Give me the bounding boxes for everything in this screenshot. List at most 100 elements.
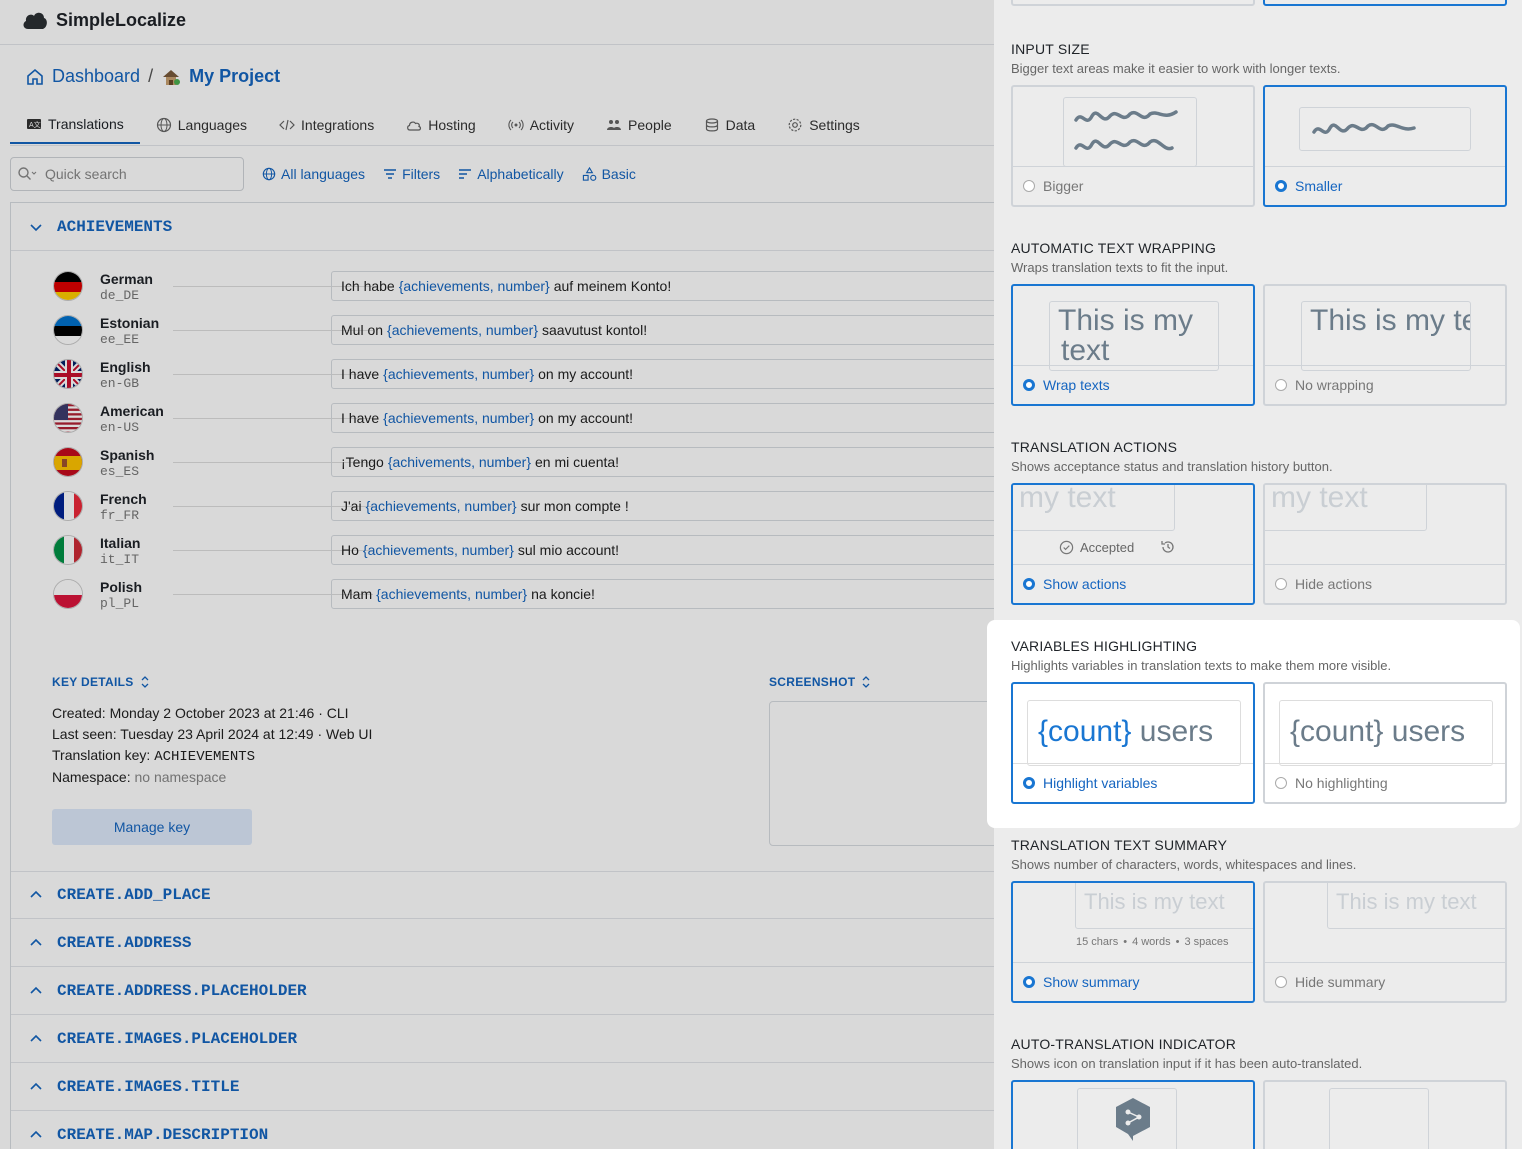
option-label: Hide summary [1295, 974, 1386, 990]
breadcrumb-dashboard[interactable]: Dashboard [52, 66, 140, 87]
language-name: French [100, 491, 147, 507]
input-size-smaller-card[interactable]: Smaller [1263, 85, 1507, 207]
translation-input[interactable]: Ich habe {achievements, number} auf meinem… [331, 271, 994, 301]
radio-icon[interactable] [1275, 379, 1287, 391]
tab-label: Integrations [301, 117, 375, 133]
auto-translation-title: AUTO-TRANSLATION INDICATOR [1011, 1036, 1237, 1052]
translation-input[interactable]: ¡Tengo {achivements, number} en mi cuenta! [331, 447, 994, 477]
radio-icon[interactable] [1275, 976, 1287, 988]
option-card-partial-selected[interactable] [1263, 0, 1507, 6]
input-size-bigger-card[interactable]: Bigger [1011, 85, 1255, 207]
language-row-spanish: Spanish es_ES ¡Tengo {achivements, number… [53, 443, 994, 487]
tab-integrations[interactable]: Integrations [263, 106, 390, 144]
translation-input[interactable]: J'ai {achievements, number} sur mon compte… [331, 491, 994, 521]
language-row-italian: Italian it_IT Ho {achievements, number} su… [53, 531, 994, 575]
preview-box [1299, 107, 1471, 151]
france-flag-icon [53, 491, 83, 521]
language-code: de_DE [100, 288, 140, 303]
key-header-achievements[interactable]: ACHIEVEMENTS [11, 203, 994, 251]
database-icon [705, 118, 718, 132]
language-code: es_ES [100, 464, 140, 479]
tab-translations[interactable]: A文 Translations [10, 106, 140, 144]
hide-actions-card[interactable]: my text Hide actions [1263, 483, 1507, 605]
preview-box [1329, 1088, 1429, 1149]
key-header-create-images-title[interactable]: CREATE.IMAGES.TITLE [11, 1063, 994, 1111]
screenshot-toggle[interactable]: SCREENSHOT [769, 675, 871, 689]
card-footer: No highlighting [1265, 763, 1505, 802]
namespace-label: Namespace: [52, 769, 131, 785]
language-code: en-US [100, 420, 140, 435]
manage-key-button[interactable]: Manage key [52, 809, 252, 845]
radio-selected-icon[interactable] [1023, 976, 1035, 988]
chevron-up-down-icon [862, 676, 870, 688]
variable: {achievements, number} [398, 278, 550, 294]
screenshot-dropzone[interactable] [769, 701, 994, 846]
translation-input[interactable]: I have {achievements, number} on my accoun… [331, 403, 994, 433]
search-input[interactable]: Quick search [10, 157, 244, 191]
language-name: Polish [100, 579, 143, 595]
radio-icon[interactable] [1275, 777, 1287, 789]
hide-summary-card[interactable]: This is my text Hide summary [1263, 881, 1507, 1003]
radio-selected-icon[interactable] [1023, 777, 1035, 789]
show-actions-card[interactable]: my text Accepted Show actions [1011, 483, 1255, 605]
translation-input[interactable]: I have {achievements, number} on my accoun… [331, 359, 994, 389]
radio-selected-icon[interactable] [1023, 578, 1035, 590]
variable: {achievements, number} [387, 322, 539, 338]
breadcrumb-project[interactable]: My Project [189, 66, 280, 87]
option-card-partial[interactable] [1011, 0, 1255, 6]
sort-label: Alphabetically [477, 166, 564, 182]
no-wrapping-card[interactable]: This is my te No wrapping [1263, 284, 1507, 406]
radio-selected-icon[interactable] [1023, 379, 1035, 391]
all-languages-button[interactable]: All languages [262, 166, 365, 182]
card-footer: No wrapping [1265, 365, 1505, 404]
germany-flag-icon [53, 271, 83, 301]
tab-languages[interactable]: Languages [140, 106, 263, 144]
key-value: ACHIEVEMENTS [154, 749, 256, 765]
key-header-create-images-placeholder[interactable]: CREATE.IMAGES.PLACEHOLDER [11, 1015, 994, 1063]
logo[interactable]: SimpleLocalize [22, 9, 186, 31]
key-details-toggle[interactable]: KEY DETAILS [52, 675, 150, 689]
key-header-create-map-description[interactable]: CREATE.MAP.DESCRIPTION [11, 1111, 994, 1149]
translation-input[interactable]: Ho {achievements, number} sul mio account! [331, 535, 994, 565]
sort-button[interactable]: Alphabetically [458, 166, 564, 182]
radio-icon[interactable] [1023, 180, 1035, 192]
translation-keys-panel: ACHIEVEMENTS German de_DE Ich habe {achie… [10, 202, 994, 1149]
preview-text: This is my text [1336, 889, 1477, 914]
view-mode-button[interactable]: Basic [582, 166, 636, 182]
hide-auto-translation-card[interactable] [1263, 1080, 1507, 1149]
no-highlighting-card[interactable]: {count} users No highlighting [1263, 682, 1507, 804]
tab-data[interactable]: Data [688, 106, 772, 144]
filters-button[interactable]: Filters [383, 166, 440, 182]
key-title: CREATE.ADD_PLACE [57, 886, 211, 904]
radio-selected-icon[interactable] [1275, 180, 1287, 192]
tab-label: Translations [48, 116, 124, 132]
highlight-variables-card[interactable]: {count} users Highlight variables [1011, 682, 1255, 804]
show-summary-card[interactable]: This is my text 15 chars • 4 words • 3 spa… [1011, 881, 1255, 1003]
show-auto-translation-card[interactable] [1011, 1080, 1255, 1149]
card-footer: Show actions [1013, 564, 1253, 603]
language-row-french: French fr_FR J'ai {achievements, number} s… [53, 487, 994, 531]
wrap-texts-card[interactable]: This is my text Wrap texts [1011, 284, 1255, 406]
key-header-create-address[interactable]: CREATE.ADDRESS [11, 919, 994, 967]
tab-hosting[interactable]: Hosting [390, 106, 491, 144]
card-footer: Smaller [1265, 166, 1505, 205]
toolbar: Quick search All languages Filters Alpha… [10, 157, 636, 191]
translation-input[interactable]: Mam {achievements, number} na koncie! [331, 579, 994, 609]
wrapping-desc: Wraps translation texts to fit the input… [1011, 260, 1229, 275]
cloud-logo-icon [23, 12, 47, 29]
breadcrumb: Dashboard / My Project [26, 66, 280, 87]
preview-text: my text [1019, 483, 1116, 514]
card-footer: Show summary [1013, 962, 1253, 1001]
text-after: on my account! [538, 366, 634, 382]
tab-people[interactable]: People [590, 106, 688, 144]
translation-input[interactable]: Mul on {achievements, number} saavutust ko… [331, 315, 994, 345]
variables-highlighting-section: VARIABLES HIGHLIGHTING Highlights variab… [987, 620, 1520, 828]
key-header-create-address-placeholder[interactable]: CREATE.ADDRESS.PLACEHOLDER [11, 967, 994, 1015]
key-header-create-add-place[interactable]: CREATE.ADD_PLACE [11, 871, 994, 919]
tab-activity[interactable]: Activity [492, 106, 590, 144]
language-row-english: English en-GB I have {achievements, numbe… [53, 355, 994, 399]
radio-icon[interactable] [1275, 578, 1287, 590]
tab-settings[interactable]: Settings [771, 106, 876, 144]
svg-text:A文: A文 [29, 120, 41, 129]
preview-word: users [1391, 715, 1466, 748]
